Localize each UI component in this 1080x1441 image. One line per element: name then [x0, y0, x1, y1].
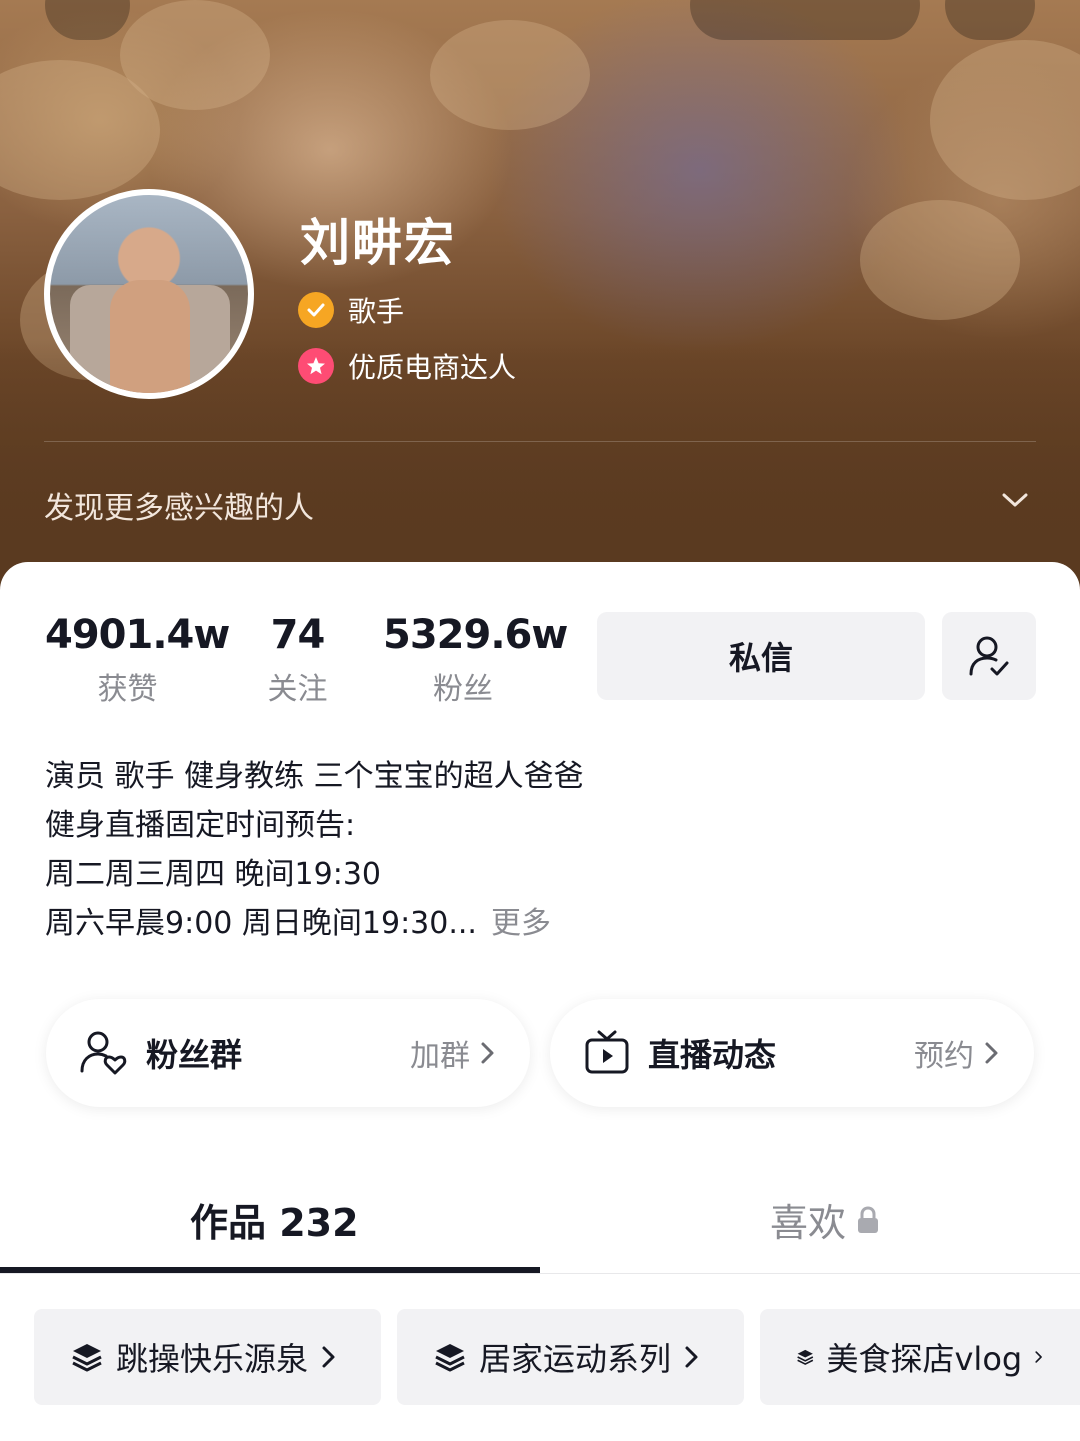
followed-toggle-button[interactable]: [942, 612, 1036, 700]
stat-label: 粉丝: [433, 672, 493, 707]
bio-more-link[interactable]: 更多: [491, 906, 551, 941]
bio-line: 演员 歌手 健身教练 三个宝宝的超人爸爸: [45, 759, 584, 794]
avatar[interactable]: [44, 189, 254, 399]
stat-label: 关注: [267, 672, 328, 707]
tag-label: 优质电商达人: [348, 351, 517, 384]
tab-indicator: [0, 1267, 540, 1273]
search-bar-button[interactable]: [690, 0, 920, 40]
star-badge-icon: [298, 348, 334, 384]
tab-works[interactable]: 作品 232: [190, 1192, 359, 1247]
stat-followers[interactable]: 5329.6w 粉丝: [383, 612, 568, 708]
tag-singer: 歌手: [298, 290, 404, 330]
tag-merchant: 优质电商达人: [298, 346, 516, 386]
chevron-right-icon: [322, 1346, 335, 1368]
fan-group-icon: [80, 1031, 127, 1075]
stat-value: 74: [270, 612, 326, 658]
fan-group-card[interactable]: 粉丝群 加群: [46, 999, 530, 1107]
collection-chip[interactable]: 跳操快乐源泉: [34, 1309, 381, 1405]
collection-chip[interactable]: 居家运动系列: [397, 1309, 744, 1405]
live-tv-icon: [585, 1030, 629, 1074]
collection-label: 跳操快乐源泉: [116, 1340, 309, 1378]
chevron-right-icon: [1035, 1351, 1043, 1363]
tag-label: 歌手: [348, 295, 405, 328]
message-button[interactable]: 私信: [597, 612, 925, 700]
bio-line: 周六早晨9:00 周日晚间19:30...: [45, 906, 477, 941]
profile-name: 刘畊宏: [300, 214, 456, 272]
bio-line: 健身直播固定时间预告:: [45, 808, 356, 843]
bio-line-last: 周六早晨9:00 周日晚间19:30... 更多: [45, 899, 584, 948]
user-check-icon: [969, 636, 1009, 676]
bio-line: 周二周三周四 晚间19:30: [45, 857, 381, 892]
chevron-right-icon: [481, 1042, 494, 1064]
stat-following[interactable]: 74 关注: [250, 612, 345, 708]
chevron-right-icon: [685, 1346, 698, 1368]
stat-label: 获赞: [97, 672, 158, 707]
layers-icon: [435, 1344, 465, 1372]
card-title: 直播动态: [648, 1036, 777, 1074]
collection-chip[interactable]: 美食探店vlog: [760, 1309, 1080, 1405]
card-action: 预约: [914, 1039, 974, 1074]
chevron-down-icon[interactable]: [1000, 485, 1030, 515]
stat-likes[interactable]: 4901.4w 获赞: [45, 612, 230, 708]
collection-label: 居家运动系列: [479, 1340, 672, 1378]
content-tabs: 作品 232 喜欢: [0, 1180, 1080, 1274]
verified-badge-icon: [298, 292, 334, 328]
collection-label: 美食探店vlog: [826, 1340, 1023, 1378]
divider: [44, 441, 1036, 442]
tab-label: 喜欢: [770, 1201, 847, 1245]
tab-likes[interactable]: 喜欢: [770, 1192, 880, 1247]
lock-icon: [858, 1205, 879, 1233]
card-action: 加群: [410, 1039, 470, 1074]
stat-value: 4901.4w: [45, 612, 230, 658]
profile-bio: 演员 歌手 健身教练 三个宝宝的超人爸爸 健身直播固定时间预告: 周二周三周四 …: [45, 752, 584, 948]
layers-icon: [797, 1349, 814, 1365]
discover-more-link[interactable]: 发现更多感兴趣的人: [44, 483, 314, 527]
live-schedule-card[interactable]: 直播动态 预约: [550, 999, 1034, 1107]
layers-icon: [72, 1344, 102, 1372]
card-title: 粉丝群: [146, 1036, 243, 1074]
stat-value: 5329.6w: [383, 612, 568, 658]
chevron-right-icon: [985, 1042, 998, 1064]
